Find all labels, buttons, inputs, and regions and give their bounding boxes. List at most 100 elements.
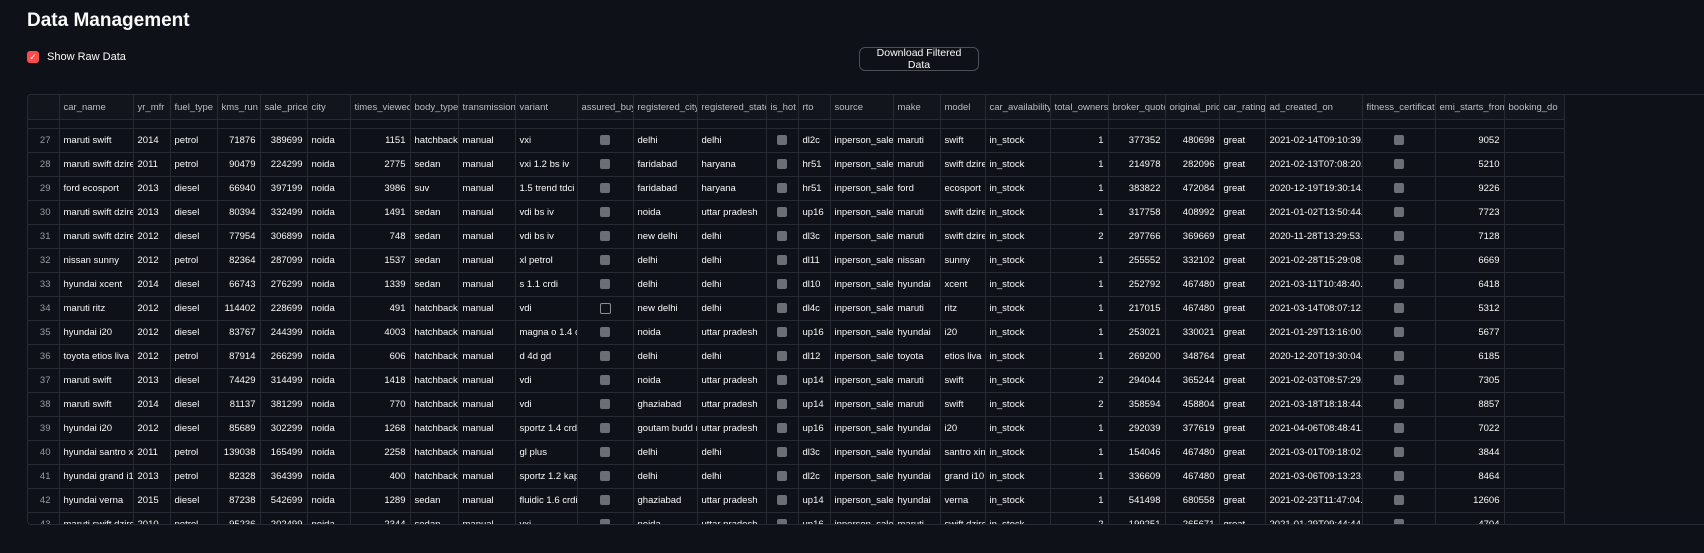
column-header-fuel-type[interactable]: fuel_type: [170, 95, 218, 120]
cell-registered-state[interactable]: delhi: [697, 344, 767, 369]
cell-ad-created-on[interactable]: 2021-03-01T09:18:02.662: [1265, 440, 1363, 465]
cell-kms-run[interactable]: 87914: [217, 344, 261, 369]
cell-times-viewed[interactable]: 491: [350, 296, 411, 321]
cell-variant[interactable]: s 1.1 crdi: [515, 272, 578, 297]
table-row[interactable]: 43 maruti swift dzire 2010 petrol 95236 20249…: [28, 512, 1565, 524]
cell-model[interactable]: sunny: [940, 248, 986, 273]
cell-kms-run[interactable]: 82364: [217, 248, 261, 273]
cell-broker-quote[interactable]: 541498: [1108, 488, 1166, 513]
cell-emi-starts-from[interactable]: 7128: [1435, 224, 1505, 249]
cell-booking-do[interactable]: [1504, 200, 1565, 225]
cell-source[interactable]: inperson_sale: [830, 128, 894, 153]
cell-fitness-certificate[interactable]: [1362, 248, 1436, 273]
cell-sale-price[interactable]: 381299: [260, 392, 308, 417]
cell-car-availability[interactable]: in_stock: [985, 344, 1051, 369]
cell-car-rating[interactable]: great: [1219, 416, 1266, 441]
cell-variant[interactable]: vxi 1.2 bs iv: [515, 152, 578, 177]
table-row[interactable]: 38 maruti swift 2014 diesel 81137 381299 noida…: [28, 392, 1565, 417]
cell-car-rating[interactable]: great: [1219, 176, 1266, 201]
cell-model[interactable]: swift dzire: [940, 512, 986, 524]
cell-source[interactable]: inperson_sale: [830, 392, 894, 417]
cell-model[interactable]: swift dzire: [940, 200, 986, 225]
cell-is-hot[interactable]: [766, 344, 799, 369]
cell-body-type[interactable]: sedan: [410, 224, 459, 249]
table-row[interactable]: 35 hyundai i20 2012 diesel 83767 244399 noida 4…: [28, 320, 1565, 345]
cell-is-hot[interactable]: [766, 416, 799, 441]
cell-total-owners[interactable]: 1: [1050, 320, 1109, 345]
cell-source[interactable]: inperson_sale: [830, 296, 894, 321]
cell-fitness-certificate[interactable]: [1362, 368, 1436, 393]
cell-body-type[interactable]: sedan: [410, 272, 459, 297]
cell-transmission[interactable]: manual: [458, 272, 516, 297]
cell-fitness-certificate[interactable]: [1362, 320, 1436, 345]
cell-fitness-certificate[interactable]: [1362, 200, 1436, 225]
table-row[interactable]: 41 hyundai grand i10 2013 petrol 82328 364399…: [28, 464, 1565, 489]
cell-kms-run[interactable]: 66743: [217, 272, 261, 297]
table-row[interactable]: 28 maruti swift dzire 2011 petrol 90479 22429…: [28, 152, 1565, 177]
cell-yr-mfr[interactable]: 2013: [133, 200, 171, 225]
cell-fitness-certificate[interactable]: [1362, 392, 1436, 417]
cell-original-price[interactable]: 330021: [1165, 320, 1220, 345]
cell-make[interactable]: ford: [893, 176, 941, 201]
cell-emi-starts-from[interactable]: 6185: [1435, 344, 1505, 369]
cell-emi-starts-from[interactable]: 5677: [1435, 320, 1505, 345]
cell-make[interactable]: maruti: [893, 152, 941, 177]
cell-ad-created-on[interactable]: 2020-11-28T13:29:53.108: [1265, 224, 1363, 249]
cell-car-name[interactable]: maruti swift dzire: [59, 512, 134, 524]
table-row[interactable]: 31 maruti swift dzire 2012 diesel 77954 30689…: [28, 224, 1565, 249]
cell-car-availability[interactable]: in_stock: [985, 392, 1051, 417]
cell-car-rating[interactable]: great: [1219, 200, 1266, 225]
cell-variant[interactable]: sportz 1.2 kappa: [515, 464, 578, 489]
cell-sale-price[interactable]: 244399: [260, 320, 308, 345]
cell-fuel-type[interactable]: petrol: [170, 248, 218, 273]
cell-make[interactable]: maruti: [893, 200, 941, 225]
column-header-times-viewed[interactable]: times_viewed: [350, 95, 411, 120]
cell-car-name[interactable]: hyundai santro xing: [59, 440, 134, 465]
cell-times-viewed[interactable]: 606: [350, 344, 411, 369]
cell-broker-quote[interactable]: 214978: [1108, 152, 1166, 177]
cell-city[interactable]: noida: [307, 248, 351, 273]
table-row[interactable]: 39 hyundai i20 2012 diesel 85689 302299 noida 1…: [28, 416, 1565, 441]
cell-transmission[interactable]: manual: [458, 512, 516, 524]
cell-car-rating[interactable]: great: [1219, 488, 1266, 513]
cell-booking-do[interactable]: [1504, 296, 1565, 321]
cell-total-owners[interactable]: 2: [1050, 224, 1109, 249]
cell-emi-starts-from[interactable]: 7305: [1435, 368, 1505, 393]
cell-variant[interactable]: sportz 1.4 crdi: [515, 416, 578, 441]
cell-source[interactable]: inperson_sale: [830, 320, 894, 345]
cell-emi-starts-from[interactable]: 5210: [1435, 152, 1505, 177]
cell-kms-run[interactable]: 81137: [217, 392, 261, 417]
cell-registered-state[interactable]: uttar pradesh: [697, 368, 767, 393]
cell-sale-price[interactable]: 228699: [260, 296, 308, 321]
cell-model[interactable]: etios liva: [940, 344, 986, 369]
cell-car-rating[interactable]: great: [1219, 296, 1266, 321]
cell-booking-do[interactable]: [1504, 248, 1565, 273]
checkbox-checked-icon[interactable]: ✓: [27, 51, 39, 63]
column-header-fitness-certificate[interactable]: fitness_certificate: [1362, 95, 1436, 120]
cell-model[interactable]: xcent: [940, 272, 986, 297]
cell-make[interactable]: hyundai: [893, 320, 941, 345]
cell-car-availability[interactable]: in_stock: [985, 488, 1051, 513]
column-header-original-price[interactable]: original_price: [1165, 95, 1220, 120]
cell-yr-mfr[interactable]: 2013: [133, 464, 171, 489]
cell-is-hot[interactable]: [766, 368, 799, 393]
cell-sale-price[interactable]: 287099: [260, 248, 308, 273]
cell-registered-city[interactable]: faridabad: [633, 176, 698, 201]
cell-kms-run[interactable]: 87238: [217, 488, 261, 513]
cell-is-hot[interactable]: [766, 224, 799, 249]
cell-booking-do[interactable]: [1504, 344, 1565, 369]
cell-assured-buy[interactable]: [577, 320, 634, 345]
cell-transmission[interactable]: manual: [458, 392, 516, 417]
cell-assured-buy[interactable]: [577, 440, 634, 465]
cell-source[interactable]: inperson_sale: [830, 464, 894, 489]
cell-times-viewed[interactable]: 770: [350, 392, 411, 417]
cell-assured-buy[interactable]: [577, 464, 634, 489]
cell-source[interactable]: inperson_sale: [830, 248, 894, 273]
cell-yr-mfr[interactable]: 2012: [133, 344, 171, 369]
cell-make[interactable]: maruti: [893, 512, 941, 524]
cell-times-viewed[interactable]: 4003: [350, 320, 411, 345]
cell-times-viewed[interactable]: 1537: [350, 248, 411, 273]
cell-total-owners[interactable]: 2: [1050, 368, 1109, 393]
cell-times-viewed[interactable]: 2344: [350, 512, 411, 524]
cell-car-name[interactable]: maruti swift: [59, 392, 134, 417]
